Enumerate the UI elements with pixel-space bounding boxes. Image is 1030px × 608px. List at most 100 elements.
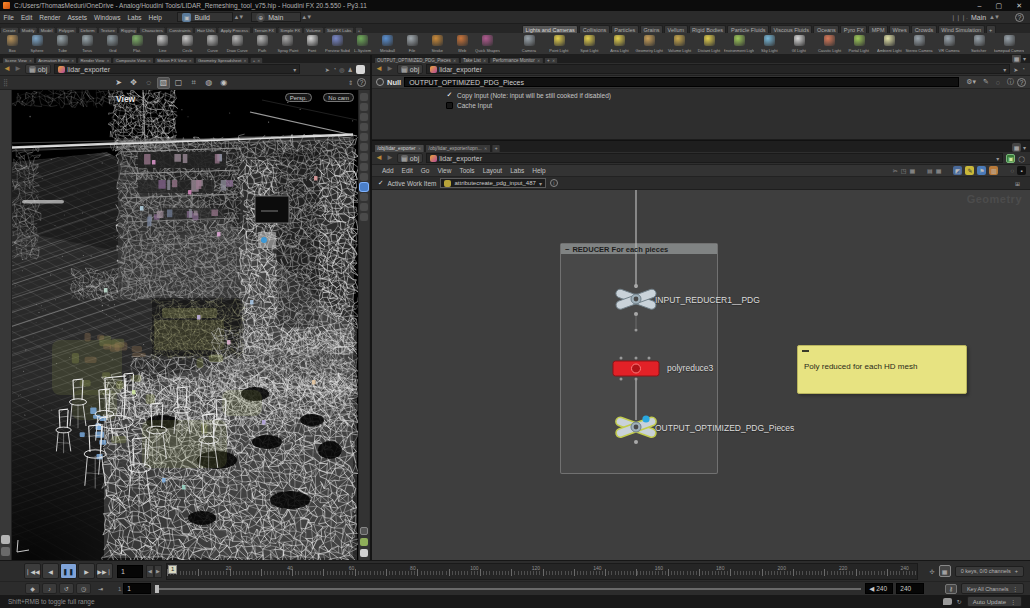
- shelf-tool[interactable]: Sky Light: [754, 35, 784, 53]
- shelf-tool[interactable]: Quick Shapes: [475, 35, 500, 53]
- range-end-field[interactable]: ◀ 240: [865, 583, 893, 594]
- display-toggle-icon[interactable]: [360, 173, 368, 181]
- gear-icon[interactable]: ⚙▾: [966, 78, 976, 86]
- info-icon[interactable]: [360, 527, 368, 535]
- pane-tab[interactable]: Scene View✕: [2, 57, 35, 63]
- path-dropdown-icon[interactable]: ▾: [1003, 66, 1006, 73]
- export-icon[interactable]: [360, 549, 368, 557]
- network-menu-item[interactable]: View: [433, 167, 455, 174]
- display-toggle-icon[interactable]: [360, 133, 368, 141]
- pin-icon[interactable]: ➤: [1013, 66, 1018, 73]
- work-item-field[interactable]: attributecreate_pdg_input_487 ▾: [440, 178, 545, 188]
- expand-icon[interactable]: ⇕: [348, 79, 353, 86]
- shelf-tab[interactable]: Collisions: [579, 25, 610, 33]
- shelf-tab[interactable]: SideFX Labs: [324, 27, 354, 33]
- shelf-tool[interactable]: VR Camera: [934, 35, 964, 53]
- pane-tab[interactable]: +✕: [544, 57, 558, 63]
- shelf-tool[interactable]: Stereo Camera: [904, 35, 934, 53]
- desktop-selector[interactable]: ▣ Build: [177, 12, 233, 22]
- pane-tab[interactable]: Take List✕: [460, 57, 489, 63]
- shelf-tab[interactable]: Deform: [78, 27, 98, 33]
- polyreduce-node[interactable]: [610, 354, 662, 384]
- color-palette-icon[interactable]: ◩: [953, 166, 962, 175]
- shelf-tab[interactable]: Rigging: [118, 27, 138, 33]
- frame-inc-button[interactable]: ▶: [154, 565, 162, 578]
- shelf-tool[interactable]: Tube: [50, 35, 75, 53]
- forward-icon[interactable]: ►: [386, 154, 394, 162]
- close-tab-icon[interactable]: ✕: [189, 58, 192, 63]
- copy-input-checkbox[interactable]: ✓: [446, 92, 453, 99]
- tool-icon[interactable]: [1, 116, 10, 125]
- viewport-tool-icon[interactable]: ▢: [172, 77, 185, 89]
- sticky-collapse-icon[interactable]: [802, 350, 809, 352]
- pane-dropdown-icon[interactable]: ▾: [1023, 144, 1026, 151]
- organize-icon[interactable]: ▥: [989, 166, 998, 175]
- range-slider[interactable]: [155, 588, 861, 590]
- desktop-spinner[interactable]: ▲▼: [233, 14, 243, 20]
- refresh-icon[interactable]: ↻: [957, 598, 962, 605]
- more-icon[interactable]: ⋮: [1013, 586, 1019, 592]
- shelf-tool[interactable]: File: [400, 35, 425, 53]
- pin-icon[interactable]: ➤: [325, 66, 330, 73]
- shelf-tool[interactable]: Path: [250, 35, 275, 53]
- playhead[interactable]: 1: [168, 565, 177, 574]
- pane-tab[interactable]: Motion FX View✕: [155, 57, 195, 63]
- back-icon[interactable]: ◄: [375, 154, 383, 162]
- param-help-icon[interactable]: ?: [1017, 78, 1026, 87]
- menu-item[interactable]: Assets: [64, 14, 91, 21]
- tool-icon[interactable]: [1, 127, 10, 136]
- network-menu-item[interactable]: Help: [528, 167, 549, 174]
- shelf-tool[interactable]: Torus: [75, 35, 100, 53]
- tool-icon[interactable]: [1, 270, 10, 279]
- shelf-tab[interactable]: Pyro FX: [840, 25, 867, 33]
- pane-dropdown-icon[interactable]: ▾: [1023, 55, 1026, 62]
- active-work-item-check[interactable]: ✓: [378, 179, 383, 187]
- audio-icon[interactable]: ♪: [42, 583, 57, 594]
- pause-button[interactable]: ❚❚: [60, 563, 77, 579]
- pane-tab[interactable]: Composite View✕: [113, 57, 154, 63]
- search-icon[interactable]: ◌: [996, 79, 1000, 86]
- back-icon[interactable]: ◄: [375, 65, 383, 73]
- tool-icon[interactable]: [1, 94, 10, 103]
- shelf-tab[interactable]: Apply Process: [218, 27, 251, 33]
- network-menu-item[interactable]: Go: [417, 167, 434, 174]
- frame-dec-button[interactable]: ◀: [146, 565, 154, 578]
- shelf-tab[interactable]: Create: [0, 27, 18, 33]
- pane-menu-icon[interactable]: ▦: [1012, 55, 1021, 63]
- pane-tab[interactable]: Performance Monitor✕: [490, 57, 543, 63]
- tool-icon[interactable]: [1, 182, 10, 191]
- pane-tab[interactable]: Render View✕: [78, 57, 113, 63]
- path-root[interactable]: ▤ obj: [397, 153, 423, 163]
- display-toggle-icon[interactable]: [360, 123, 368, 131]
- target-icon[interactable]: ◎: [339, 66, 344, 73]
- range-end-field2[interactable]: 240: [896, 583, 924, 594]
- shelf-tool[interactable]: Point Light: [544, 35, 574, 53]
- shelf-tab[interactable]: Vellum: [664, 25, 688, 33]
- keys-channels-button[interactable]: 0 keys, 0/0 channels+: [955, 566, 1024, 577]
- tool-icon[interactable]: [1, 237, 10, 246]
- shelf-tab[interactable]: Viscous Fluids: [770, 25, 812, 33]
- shelf-tab[interactable]: Texture: [98, 27, 118, 33]
- close-tab-icon[interactable]: ✕: [71, 58, 74, 63]
- menu-item[interactable]: Edit: [17, 14, 35, 21]
- flags-icon[interactable]: ⚑: [977, 166, 986, 175]
- loop-icon[interactable]: ↺: [59, 583, 74, 594]
- timeline-ruler[interactable]: 20406080100120140160180200220240 1: [166, 563, 918, 580]
- close-button[interactable]: ✕: [1016, 2, 1022, 10]
- auto-key-icon[interactable]: ◆: [25, 583, 40, 594]
- network-menu-item[interactable]: Tools: [455, 167, 478, 174]
- shelf-tool[interactable]: Metaball: [375, 35, 400, 53]
- expand-grid-icon[interactable]: ⊞: [1015, 180, 1020, 187]
- path-dropdown-icon[interactable]: ▾: [293, 66, 296, 73]
- search-icon[interactable]: ◌: [1010, 168, 1014, 174]
- shelf-tab[interactable]: +: [355, 27, 363, 33]
- shelf-tab[interactable]: Terrain FX: [252, 27, 277, 33]
- go-to-start-button[interactable]: ❘◀◀: [24, 563, 41, 579]
- shelf-tab[interactable]: Lights and Cameras: [522, 25, 578, 33]
- shelf-tool[interactable]: Volume Light: [664, 35, 694, 53]
- shelf-tool[interactable]: Area Light: [604, 35, 634, 53]
- step-back-button[interactable]: ◀: [42, 563, 59, 579]
- shelf-tool[interactable]: Line: [150, 35, 175, 53]
- shelf-tab[interactable]: Wires: [889, 25, 910, 33]
- path-root[interactable]: ▤ obj: [397, 64, 423, 74]
